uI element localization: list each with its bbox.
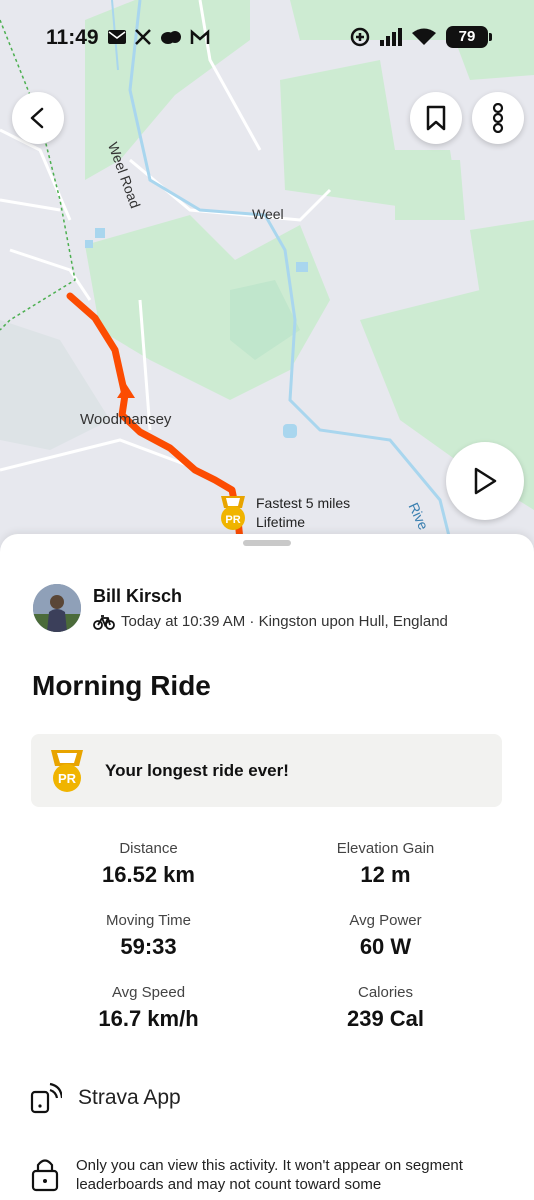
pr-title: Fastest 5 miles	[256, 495, 351, 511]
status-time: 11:49	[46, 26, 99, 49]
stat-label: Avg Power	[349, 912, 422, 929]
chevron-left-icon	[30, 107, 44, 129]
achievement-text: Your longest ride ever!	[105, 760, 289, 780]
signal-icon	[380, 28, 402, 46]
stat-value: 12 m	[360, 862, 411, 887]
bike-icon	[93, 614, 115, 630]
phone-signal-icon	[30, 1082, 62, 1114]
status-bar: 11:49 79	[0, 0, 534, 76]
achievement-banner[interactable]: PR Your longest ride ever!	[31, 734, 502, 807]
stat-value: 16.52 km	[102, 862, 195, 887]
athlete-name[interactable]: Bill Kirsch	[93, 586, 448, 607]
stat-label: Moving Time	[105, 912, 192, 929]
stat-value: 59:33	[120, 934, 177, 959]
stat-moving-time: Moving Time 59:33	[30, 912, 267, 960]
more-vertical-icon	[492, 103, 504, 133]
activity-meta: Today at 10:39 AM · Kingston upon Hull, …	[121, 613, 448, 630]
stat-distance: Distance 16.52 km	[30, 840, 267, 888]
pr-medal-icon: PR	[221, 496, 245, 530]
avatar-image	[33, 584, 81, 632]
stat-value: 239 Cal	[346, 1006, 425, 1031]
stat-label: Avg Speed	[111, 984, 186, 1001]
stat-value: 16.7 km/h	[98, 1006, 199, 1031]
wifi-icon	[412, 28, 436, 45]
activity-title: Morning Ride	[32, 670, 211, 701]
x-icon	[135, 29, 151, 45]
activity-sheet: Bill Kirsch Today at 10:39 AM · Kingston…	[0, 534, 534, 1200]
map-label-woodmansey: Woodmansey	[80, 411, 172, 428]
stat-elevation-gain: Elevation Gain 12 m	[267, 840, 504, 888]
privacy-text: Only you can view this activity. It won'…	[76, 1157, 463, 1193]
bookmark-icon	[426, 105, 446, 131]
map-label-weel: Weel	[252, 206, 284, 222]
device-row[interactable]: Strava App	[30, 1082, 181, 1114]
athlete-header[interactable]: Bill Kirsch Today at 10:39 AM · Kingston…	[33, 584, 448, 632]
flyover-play-button[interactable]	[446, 442, 524, 520]
stat-label: Calories	[357, 984, 414, 1001]
mail-icon	[108, 30, 126, 44]
save-route-button[interactable]	[410, 92, 462, 144]
gmail-icon	[190, 29, 210, 44]
stat-avg-power: Avg Power 60 W	[267, 912, 504, 960]
device-label: Strava App	[78, 1086, 181, 1109]
more-options-button[interactable]	[472, 92, 524, 144]
cloud-icon	[161, 31, 181, 44]
lock-icon	[31, 1159, 59, 1192]
pr-map-badge-text: PR	[225, 514, 240, 526]
stat-value: 60 W	[359, 934, 412, 959]
stat-label: Distance	[119, 840, 178, 857]
battery-indicator: 79	[446, 26, 492, 48]
sheet-drag-handle[interactable]	[243, 540, 291, 546]
play-icon	[474, 467, 497, 495]
avatar[interactable]	[33, 584, 81, 632]
pr-subtitle: Lifetime	[256, 514, 306, 530]
achievement-badge-text: PR	[58, 771, 77, 786]
pr-medal-icon: PR	[51, 749, 83, 792]
stat-calories: Calories 239 Cal	[267, 984, 504, 1032]
map-pr-marker[interactable]: PR Fastest 5 miles Lifetime	[218, 494, 350, 532]
privacy-row[interactable]: Only you can view this activity. It won'…	[30, 1156, 476, 1194]
stat-avg-speed: Avg Speed 16.7 km/h	[30, 984, 267, 1032]
stat-label: Elevation Gain	[336, 840, 435, 857]
back-button[interactable]	[12, 92, 64, 144]
data-saver-icon	[350, 27, 370, 47]
